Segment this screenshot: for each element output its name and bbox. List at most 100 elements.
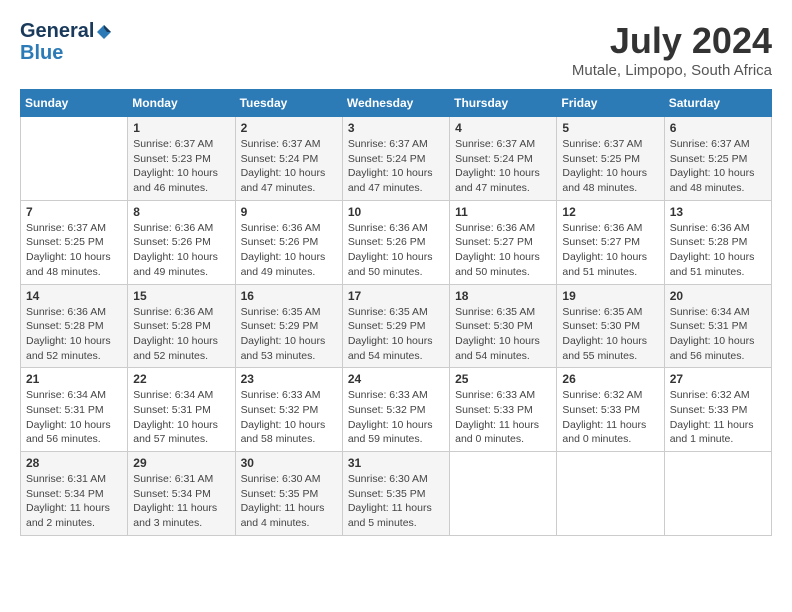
calendar-cell: 7Sunrise: 6:37 AMSunset: 5:25 PMDaylight… [21,200,128,284]
calendar-cell: 29 Sunrise: 6:31 AMSunset: 5:34 PMDayligh… [128,452,235,536]
day-number: 7 [26,205,122,219]
weekday-header-row: SundayMondayTuesdayWednesdayThursdayFrid… [21,90,772,117]
day-info: Sunrise: 6:34 AMSunset: 5:31 PMDaylight:… [133,388,229,447]
day-info: Sunrise: 6:37 AMSunset: 5:23 PMDaylight:… [133,137,229,196]
calendar-cell: 30 Sunrise: 6:30 AMSunset: 5:35 PMDayligh… [235,452,342,536]
day-info: Sunrise: 6:33 AMSunset: 5:33 PMDaylight:… [455,388,551,447]
calendar-cell: 9 Sunrise: 6:36 AMSunset: 5:26 PMDaylight… [235,200,342,284]
calendar-cell: 31 Sunrise: 6:30 AMSunset: 5:35 PMDayligh… [342,452,449,536]
day-number: 25 [455,372,551,386]
day-info: Sunrise: 6:37 AMSunset: 5:24 PMDaylight:… [348,137,444,196]
logo: General Blue [20,20,114,64]
day-info: Sunrise: 6:36 AMSunset: 5:28 PMDaylight:… [670,221,766,280]
day-number: 20 [670,289,766,303]
calendar-cell: 11 Sunrise: 6:36 AMSunset: 5:27 PMDayligh… [450,200,557,284]
day-info: Sunrise: 6:30 AMSunset: 5:35 PMDaylight:… [348,472,444,531]
calendar-cell: 20 Sunrise: 6:34 AMSunset: 5:31 PMDayligh… [664,284,771,368]
day-number: 15 [133,289,229,303]
week-row-5: 28 Sunrise: 6:31 AMSunset: 5:34 PMDayligh… [21,452,772,536]
day-number: 9 [241,205,337,219]
day-number: 30 [241,456,337,470]
day-number: 4 [455,121,551,135]
calendar-cell [664,452,771,536]
day-info: Sunrise: 6:33 AMSunset: 5:32 PMDaylight:… [241,388,337,447]
day-info: Sunrise: 6:31 AMSunset: 5:34 PMDaylight:… [26,472,122,531]
day-number: 18 [455,289,551,303]
day-number: 8 [133,205,229,219]
day-info: Sunrise: 6:36 AMSunset: 5:26 PMDaylight:… [241,221,337,280]
page-header: General Blue July 2024 Mutale, Limpopo, … [20,20,772,79]
week-row-3: 14 Sunrise: 6:36 AMSunset: 5:28 PMDayligh… [21,284,772,368]
calendar-cell: 21Sunrise: 6:34 AMSunset: 5:31 PMDayligh… [21,368,128,452]
logo-text: General Blue [20,20,114,64]
day-number: 10 [348,205,444,219]
day-info: Sunrise: 6:35 AMSunset: 5:29 PMDaylight:… [241,305,337,364]
day-number: 11 [455,205,551,219]
weekday-header-sunday: Sunday [21,90,128,117]
day-info: Sunrise: 6:33 AMSunset: 5:32 PMDaylight:… [348,388,444,447]
weekday-header-friday: Friday [557,90,664,117]
calendar-cell: 4 Sunrise: 6:37 AMSunset: 5:24 PMDaylight… [450,117,557,201]
calendar-cell: 3 Sunrise: 6:37 AMSunset: 5:24 PMDaylight… [342,117,449,201]
calendar-table: SundayMondayTuesdayWednesdayThursdayFrid… [20,89,772,536]
calendar-cell: 15 Sunrise: 6:36 AMSunset: 5:28 PMDayligh… [128,284,235,368]
day-number: 1 [133,121,229,135]
weekday-header-thursday: Thursday [450,90,557,117]
day-info: Sunrise: 6:36 AMSunset: 5:26 PMDaylight:… [133,221,229,280]
day-info: Sunrise: 6:30 AMSunset: 5:35 PMDaylight:… [241,472,337,531]
day-info: Sunrise: 6:36 AMSunset: 5:27 PMDaylight:… [455,221,551,280]
day-info: Sunrise: 6:35 AMSunset: 5:30 PMDaylight:… [455,305,551,364]
weekday-header-tuesday: Tuesday [235,90,342,117]
weekday-header-wednesday: Wednesday [342,90,449,117]
day-number: 19 [562,289,658,303]
calendar-cell: 25 Sunrise: 6:33 AMSunset: 5:33 PMDayligh… [450,368,557,452]
day-info: Sunrise: 6:36 AMSunset: 5:26 PMDaylight:… [348,221,444,280]
calendar-cell: 16 Sunrise: 6:35 AMSunset: 5:29 PMDayligh… [235,284,342,368]
week-row-4: 21Sunrise: 6:34 AMSunset: 5:31 PMDayligh… [21,368,772,452]
day-number: 13 [670,205,766,219]
day-number: 26 [562,372,658,386]
calendar-cell: 8 Sunrise: 6:36 AMSunset: 5:26 PMDaylight… [128,200,235,284]
day-info: Sunrise: 6:31 AMSunset: 5:34 PMDaylight:… [133,472,229,531]
day-number: 24 [348,372,444,386]
day-number: 6 [670,121,766,135]
day-info: Sunrise: 6:37 AMSunset: 5:24 PMDaylight:… [455,137,551,196]
day-info: Sunrise: 6:35 AMSunset: 5:29 PMDaylight:… [348,305,444,364]
calendar-cell [450,452,557,536]
day-info: Sunrise: 6:35 AMSunset: 5:30 PMDaylight:… [562,305,658,364]
day-number: 14 [26,289,122,303]
calendar-cell: 26 Sunrise: 6:32 AMSunset: 5:33 PMDayligh… [557,368,664,452]
day-info: Sunrise: 6:32 AMSunset: 5:33 PMDaylight:… [670,388,766,447]
day-info: Sunrise: 6:32 AMSunset: 5:33 PMDaylight:… [562,388,658,447]
calendar-cell: 12 Sunrise: 6:36 AMSunset: 5:27 PMDayligh… [557,200,664,284]
calendar-cell [21,117,128,201]
day-info: Sunrise: 6:36 AMSunset: 5:28 PMDaylight:… [26,305,122,364]
day-number: 31 [348,456,444,470]
day-info: Sunrise: 6:34 AMSunset: 5:31 PMDaylight:… [670,305,766,364]
calendar-cell: 14 Sunrise: 6:36 AMSunset: 5:28 PMDayligh… [21,284,128,368]
month-year: July 2024 [572,20,772,62]
day-number: 29 [133,456,229,470]
day-number: 28 [26,456,122,470]
calendar-cell: 13 Sunrise: 6:36 AMSunset: 5:28 PMDayligh… [664,200,771,284]
week-row-2: 7Sunrise: 6:37 AMSunset: 5:25 PMDaylight… [21,200,772,284]
weekday-header-monday: Monday [128,90,235,117]
day-info: Sunrise: 6:37 AMSunset: 5:25 PMDaylight:… [670,137,766,196]
day-number: 5 [562,121,658,135]
day-number: 12 [562,205,658,219]
day-number: 16 [241,289,337,303]
calendar-cell: 28 Sunrise: 6:31 AMSunset: 5:34 PMDayligh… [21,452,128,536]
calendar-cell: 2Sunrise: 6:37 AMSunset: 5:24 PMDaylight… [235,117,342,201]
day-info: Sunrise: 6:36 AMSunset: 5:28 PMDaylight:… [133,305,229,364]
day-info: Sunrise: 6:36 AMSunset: 5:27 PMDaylight:… [562,221,658,280]
calendar-cell: 18 Sunrise: 6:35 AMSunset: 5:30 PMDayligh… [450,284,557,368]
calendar-cell: 23 Sunrise: 6:33 AMSunset: 5:32 PMDayligh… [235,368,342,452]
day-number: 23 [241,372,337,386]
location: Mutale, Limpopo, South Africa [572,62,772,79]
day-number: 2 [241,121,337,135]
day-number: 17 [348,289,444,303]
calendar-cell: 1 Sunrise: 6:37 AMSunset: 5:23 PMDaylight… [128,117,235,201]
day-info: Sunrise: 6:37 AMSunset: 5:25 PMDaylight:… [562,137,658,196]
calendar-cell: 5 Sunrise: 6:37 AMSunset: 5:25 PMDaylight… [557,117,664,201]
day-number: 3 [348,121,444,135]
